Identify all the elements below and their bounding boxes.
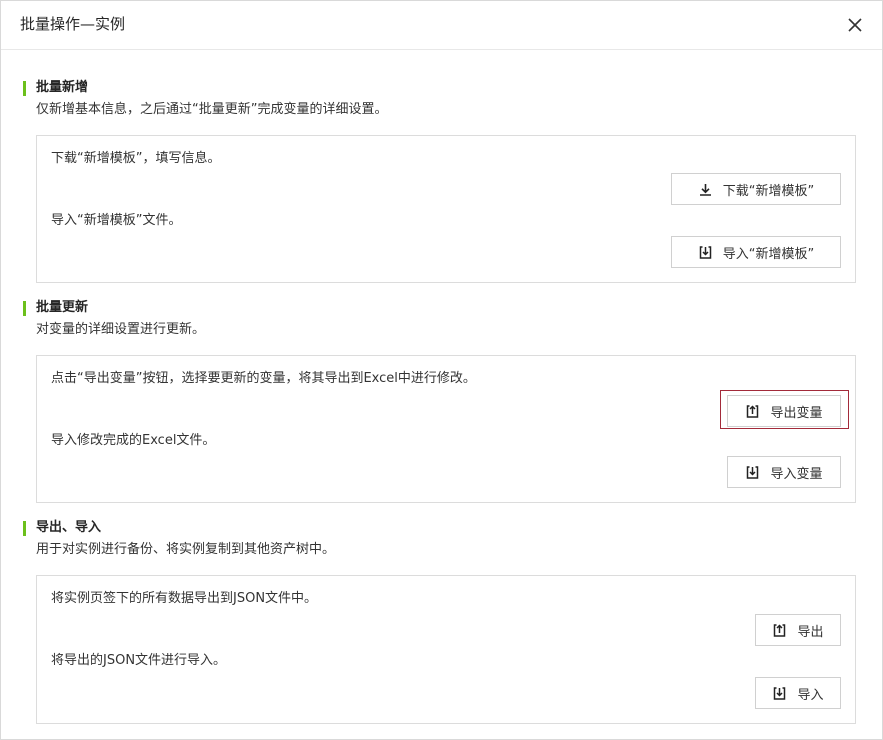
import-button[interactable]: 导入	[755, 677, 841, 709]
section-batch-update: 批量更新 对变量的详细设置进行更新。 点击“导出变量”按钮，选择要更新的变量，将…	[23, 299, 863, 503]
dialog-header: 批量操作—实例	[1, 1, 882, 50]
section-description: 对变量的详细设置进行更新。	[36, 322, 206, 337]
button-label: 下载“新增模板”	[722, 183, 815, 199]
button-label: 导出变量	[770, 405, 823, 421]
batch-operation-dialog: 批量操作—实例 批量新增 仅新增基本信息，之后通过“批量更新”完成变量的详细设置…	[0, 0, 883, 740]
button-label: 导出	[797, 624, 824, 640]
section-title: 批量新增	[36, 80, 89, 95]
step-text: 点击“导出变量”按钮，选择要更新的变量，将其导出到Excel中进行修改。	[51, 371, 476, 386]
close-icon[interactable]	[845, 15, 865, 35]
button-label: 导入	[797, 687, 824, 703]
section-accent-bar	[23, 301, 26, 316]
import-icon	[698, 245, 713, 260]
dialog-title: 批量操作—实例	[20, 15, 126, 33]
steps-box: 点击“导出变量”按钮，选择要更新的变量，将其导出到Excel中进行修改。 导出变…	[36, 355, 856, 503]
section-title: 导出、导入	[36, 520, 102, 535]
section-batch-add: 批量新增 仅新增基本信息，之后通过“批量更新”完成变量的详细设置。 下载“新增模…	[23, 79, 863, 283]
step-text: 下载“新增模板”，填写信息。	[51, 151, 221, 166]
export-icon	[745, 404, 760, 419]
import-template-button[interactable]: 导入“新增模板”	[671, 236, 841, 268]
step-text: 将导出的JSON文件进行导入。	[51, 653, 227, 668]
steps-box: 将实例页签下的所有数据导出到JSON文件中。 导出 将导出的JSON文件进行导入…	[36, 575, 856, 724]
section-description: 用于对实例进行备份、将实例复制到其他资产树中。	[36, 542, 336, 557]
section-description: 仅新增基本信息，之后通过“批量更新”完成变量的详细设置。	[36, 102, 388, 117]
button-label: 导入“新增模板”	[722, 246, 815, 262]
steps-box: 下载“新增模板”，填写信息。 下载“新增模板” 导入“新增模板”文件。 导入“新…	[36, 135, 856, 283]
import-icon	[745, 465, 760, 480]
download-template-button[interactable]: 下载“新增模板”	[671, 173, 841, 205]
step-text: 将实例页签下的所有数据导出到JSON文件中。	[51, 591, 318, 606]
section-title: 批量更新	[36, 300, 89, 315]
export-button[interactable]: 导出	[755, 614, 841, 646]
step-text: 导入“新增模板”文件。	[51, 213, 182, 228]
step-text: 导入修改完成的Excel文件。	[51, 433, 216, 448]
section-accent-bar	[23, 81, 26, 96]
export-icon	[772, 623, 787, 638]
download-icon	[698, 182, 713, 197]
section-accent-bar	[23, 521, 26, 536]
button-label: 导入变量	[770, 466, 823, 482]
section-export-import: 导出、导入 用于对实例进行备份、将实例复制到其他资产树中。 将实例页签下的所有数…	[23, 519, 863, 724]
import-icon	[772, 686, 787, 701]
import-variables-button[interactable]: 导入变量	[727, 456, 841, 488]
export-variables-button[interactable]: 导出变量	[727, 395, 841, 427]
